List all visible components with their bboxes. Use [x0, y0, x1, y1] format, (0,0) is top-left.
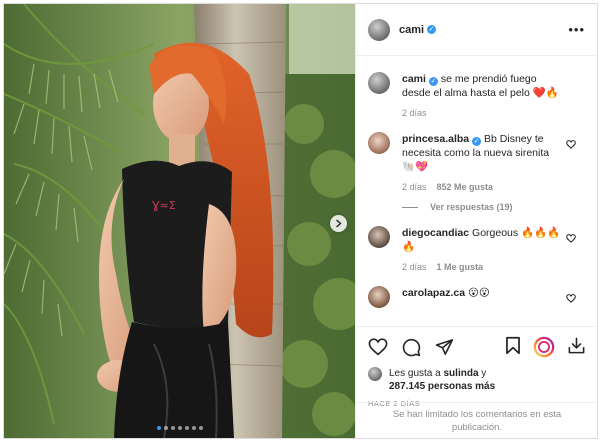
likes-joiner: y — [481, 368, 487, 379]
carousel-indicator — [4, 426, 355, 430]
reel-button[interactable] — [533, 336, 555, 358]
bookmark-icon — [506, 336, 520, 355]
carousel-dot — [198, 426, 203, 430]
author-username[interactable]: cami — [399, 24, 424, 36]
reel-ring-icon — [533, 336, 555, 358]
liker-avatar[interactable] — [368, 367, 382, 381]
commenter-username[interactable]: carolapaz.ca — [402, 287, 465, 299]
comment-list[interactable]: cami ✓ se me prendió fuego desde el alma … — [356, 56, 598, 326]
comment-icon — [402, 338, 421, 356]
comment-time[interactable]: 2 días — [402, 262, 427, 272]
comment-item: princesa.alba ✓ Bb Disney te necesita com… — [368, 132, 586, 192]
carousel-dot — [170, 426, 175, 430]
commenter-avatar[interactable] — [368, 132, 390, 154]
comment-button[interactable] — [402, 338, 421, 357]
commenter-avatar[interactable] — [368, 286, 390, 308]
share-button[interactable] — [435, 338, 454, 356]
comment-item: cami ✓ se me prendió fuego desde el alma … — [368, 72, 586, 118]
download-button[interactable] — [567, 336, 586, 358]
verified-badge-icon: ✓ — [472, 137, 482, 146]
like-comment-button[interactable] — [566, 294, 576, 306]
comments-limited-notice: Se han limitado los comentarios en esta … — [356, 402, 598, 438]
carousel-dot — [163, 426, 168, 430]
commenter-username[interactable]: diegocandiac — [402, 227, 469, 239]
download-icon — [568, 337, 585, 354]
post-photo[interactable]: Ɣ≈Ʃ — [4, 4, 355, 438]
comment-item: carolapaz.ca 😮😮 — [368, 286, 586, 308]
like-comment-button[interactable] — [566, 140, 576, 152]
commenter-avatar[interactable] — [368, 226, 390, 248]
post-side-panel: cami ✓ ••• cami ✓ se me prendió fuego des… — [355, 4, 598, 438]
shirt-print: Ɣ≈Ʃ — [152, 199, 176, 212]
view-replies-label: Ver respuestas (19) — [430, 202, 513, 212]
send-icon — [435, 339, 454, 355]
verified-badge-icon: ✓ — [428, 77, 438, 86]
likes-summary: Les gusta a sulinda y 287.145 personas m… — [368, 367, 586, 393]
heart-icon — [368, 338, 388, 356]
likes-prefix: Les gusta a — [389, 368, 441, 379]
heart-icon — [566, 234, 576, 243]
post-actions: Les gusta a sulinda y 287.145 personas m… — [356, 326, 598, 408]
post-modal: Ɣ≈Ʃ cami ✓ ••• cami ✓ se me prendió fueg… — [3, 3, 598, 439]
heart-icon — [566, 140, 576, 149]
likes-count[interactable]: 287.145 personas más — [389, 381, 495, 392]
comment-likes[interactable]: 1 Me gusta — [437, 262, 484, 272]
next-slide-button[interactable] — [330, 215, 347, 232]
carousel-dot — [184, 426, 189, 430]
like-comment-button[interactable] — [566, 234, 576, 246]
verified-badge-icon: ✓ — [427, 25, 437, 34]
commenter-username[interactable]: cami — [402, 73, 426, 85]
like-button[interactable] — [368, 338, 388, 356]
replies-divider — [402, 206, 418, 208]
more-options-icon[interactable]: ••• — [568, 22, 585, 37]
post-header: cami ✓ ••• — [356, 4, 597, 56]
author-avatar[interactable] — [368, 18, 390, 41]
carousel-dot — [177, 426, 182, 430]
photo-illustration: Ɣ≈Ʃ — [4, 4, 355, 438]
carousel-dot — [191, 426, 196, 430]
chevron-right-icon — [336, 219, 342, 228]
comment-time[interactable]: 2 días — [402, 182, 427, 192]
save-button[interactable] — [505, 336, 521, 358]
commenter-avatar[interactable] — [368, 72, 390, 94]
commenter-username[interactable]: princesa.alba — [402, 133, 469, 145]
view-replies-button[interactable]: Ver respuestas (19) — [402, 202, 586, 212]
liker-username[interactable]: sulinda — [444, 368, 479, 379]
comment-text: 😮😮 — [467, 287, 490, 299]
comment-time[interactable]: 2 días — [402, 108, 427, 118]
heart-icon — [566, 294, 576, 303]
carousel-dot — [156, 426, 161, 430]
comment-item: diegocandiac Gorgeous 🔥🔥🔥🔥 2 días 1 Me gus… — [368, 226, 586, 272]
comment-likes[interactable]: 852 Me gusta — [437, 182, 494, 192]
